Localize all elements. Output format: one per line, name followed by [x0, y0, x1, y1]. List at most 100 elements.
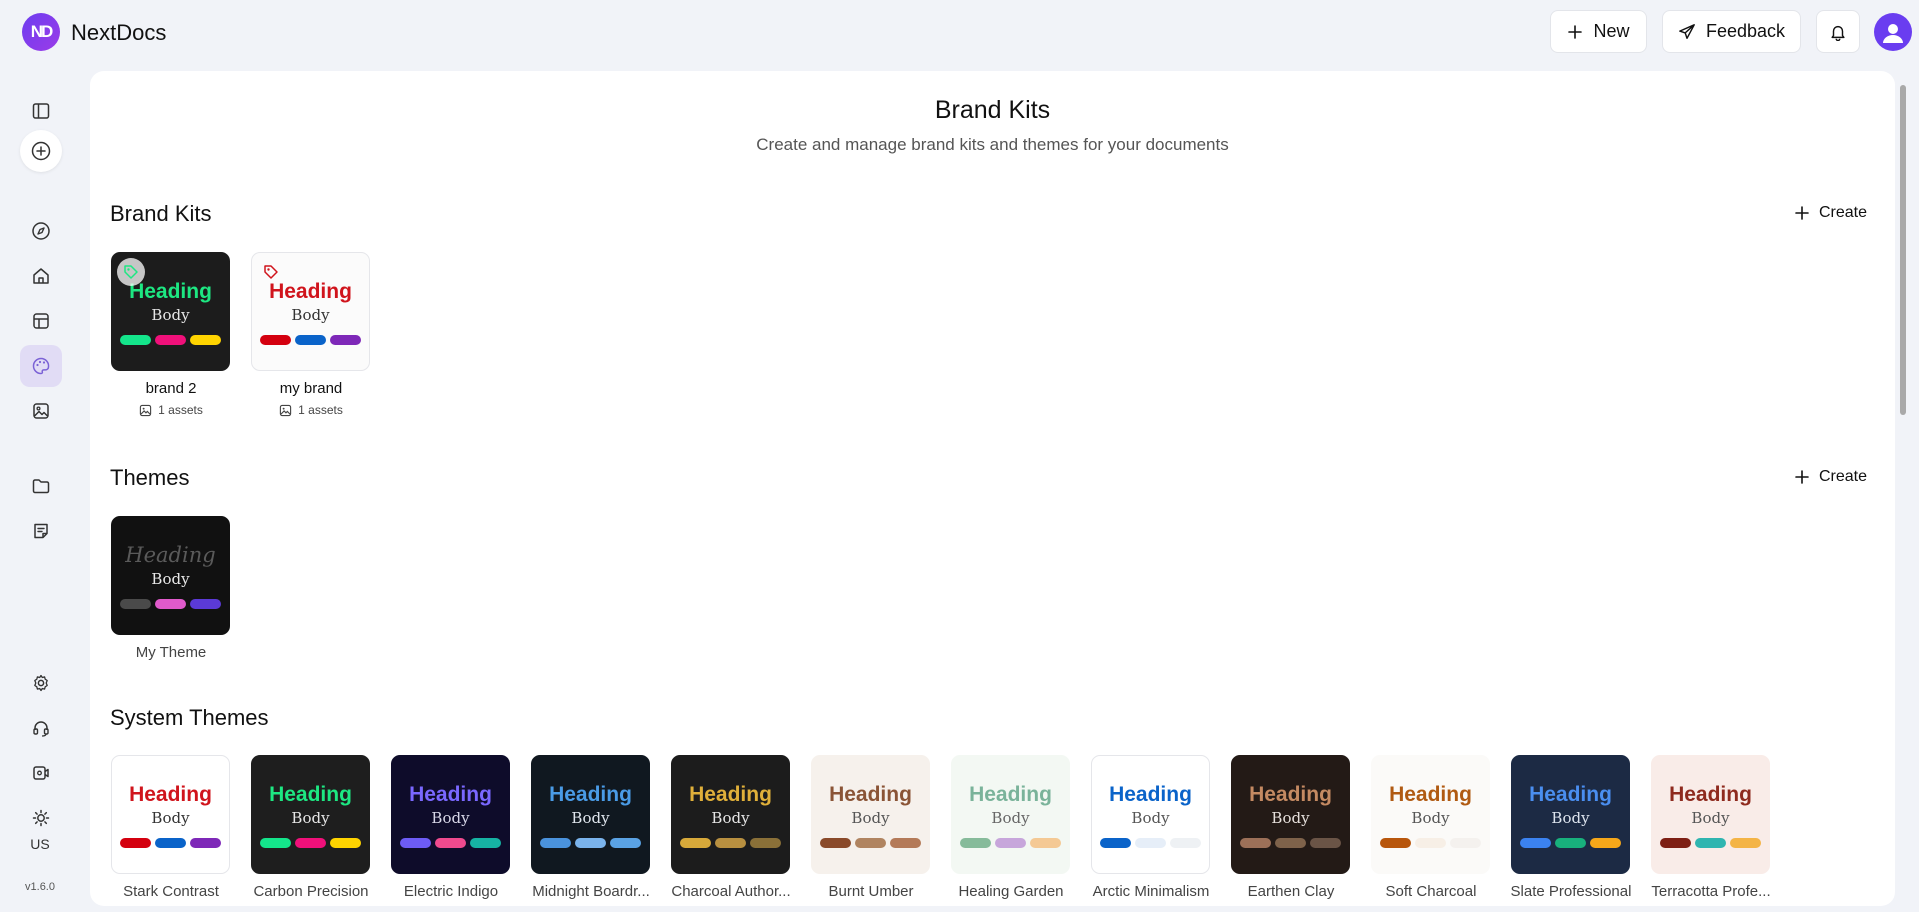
compass-icon	[32, 222, 50, 240]
new-button[interactable]: New	[1550, 10, 1647, 53]
color-swatch	[190, 335, 221, 345]
card-body-preview: Body	[1131, 809, 1170, 827]
headset-icon	[33, 721, 49, 737]
theme-toggle-button[interactable]	[20, 797, 62, 839]
color-swatch	[1240, 838, 1271, 848]
theme-card[interactable]: Heading Body	[111, 516, 230, 635]
system-themes-section-title: System Themes	[110, 705, 269, 730]
create-theme-label: Create	[1819, 468, 1868, 485]
system-theme-name: Slate Professional	[1510, 883, 1632, 900]
color-swatch	[995, 838, 1026, 848]
card-body-preview: Body	[151, 306, 190, 324]
sidebar-item-explore[interactable]	[20, 210, 62, 252]
color-swatch	[1100, 838, 1131, 848]
brand-kit-badge	[117, 258, 145, 286]
color-swatch	[1275, 838, 1306, 848]
system-theme-card[interactable]: Heading Body	[251, 755, 370, 874]
color-swatches	[540, 838, 641, 848]
system-theme-card[interactable]: Heading Body	[671, 755, 790, 874]
color-swatch	[1415, 838, 1446, 848]
color-swatches	[1380, 838, 1481, 848]
create-brand-kit-button[interactable]: Create	[1795, 204, 1867, 222]
sidebar-toggle-button[interactable]	[20, 90, 62, 132]
sidebar-item-support[interactable]	[20, 707, 62, 749]
color-swatch	[155, 599, 186, 609]
plus-icon	[1568, 24, 1583, 39]
color-swatch	[1660, 838, 1691, 848]
card-heading-preview: Heading	[689, 783, 772, 806]
color-swatch	[855, 838, 886, 848]
sidebar-item-settings[interactable]	[20, 662, 62, 704]
create-brand-kit-label: Create	[1819, 204, 1868, 221]
sidebar: US v1.6.0	[0, 64, 80, 912]
color-swatch	[330, 335, 361, 345]
brand-kit-card[interactable]: Heading Body	[251, 252, 370, 371]
color-swatch	[190, 599, 221, 609]
system-theme-name: Healing Garden	[958, 883, 1064, 900]
color-swatch	[400, 838, 431, 848]
notifications-button[interactable]	[1816, 10, 1860, 53]
app-logo[interactable]: ND	[22, 13, 60, 51]
theme-name: My Theme	[135, 644, 207, 661]
color-swatches	[260, 838, 361, 848]
create-document-button[interactable]	[20, 130, 62, 172]
sidebar-item-home[interactable]	[20, 255, 62, 297]
card-heading-preview: Heading	[1249, 783, 1332, 806]
system-theme-card[interactable]: Heading Body	[951, 755, 1070, 874]
video-icon	[33, 766, 49, 780]
system-theme-name: Midnight Boardr...	[532, 883, 650, 900]
system-theme-name: Charcoal Author...	[671, 883, 791, 900]
card-heading-preview: Heading	[1529, 783, 1612, 806]
system-theme-card[interactable]: Heading Body	[1371, 755, 1490, 874]
system-theme-card[interactable]: Heading Body	[1231, 755, 1350, 874]
locale-switcher[interactable]: US	[0, 836, 80, 852]
color-swatches	[400, 838, 501, 848]
system-theme-name: Burnt Umber	[828, 883, 914, 900]
sidebar-item-templates[interactable]	[20, 300, 62, 342]
system-theme-card[interactable]: Heading Body	[1091, 755, 1210, 874]
sun-icon	[32, 809, 50, 827]
brand-kit-card[interactable]: Heading Body	[111, 252, 230, 371]
system-theme-name: Stark Contrast	[123, 883, 219, 900]
user-avatar[interactable]	[1874, 13, 1912, 51]
plus-icon	[1795, 470, 1809, 484]
sidebar-item-notes[interactable]	[20, 510, 62, 552]
system-theme-card[interactable]: Heading Body	[1651, 755, 1770, 874]
gear-icon	[34, 674, 48, 692]
main-scrollbar[interactable]	[1898, 71, 1908, 906]
color-swatch	[295, 838, 326, 848]
card-heading-preview: Heading	[1109, 783, 1192, 806]
system-theme-card[interactable]: Heading Body	[531, 755, 650, 874]
color-swatch	[190, 838, 221, 848]
sidebar-item-folders[interactable]	[20, 465, 62, 507]
sidebar-item-media[interactable]	[20, 390, 62, 432]
scrollbar-thumb[interactable]	[1900, 85, 1906, 415]
card-body-preview: Body	[1271, 809, 1310, 827]
brand-kit-badge	[257, 258, 285, 286]
sidebar-toggle-icon	[32, 103, 50, 119]
sidebar-item-brand-kits[interactable]	[20, 345, 62, 387]
color-swatch	[1135, 838, 1166, 848]
color-swatch	[260, 335, 291, 345]
color-swatch	[750, 838, 781, 848]
card-heading-preview: Heading	[1669, 783, 1752, 806]
system-theme-card[interactable]: Heading Body	[811, 755, 930, 874]
main-panel: Brand Kits Create and manage brand kits …	[90, 71, 1895, 906]
color-swatch	[470, 838, 501, 848]
bell-icon	[1831, 25, 1845, 41]
feedback-button[interactable]: Feedback	[1662, 10, 1801, 53]
card-body-preview: Body	[571, 809, 610, 827]
color-swatch	[1450, 838, 1481, 848]
folder-icon	[32, 479, 50, 494]
sidebar-item-tutorials[interactable]	[20, 752, 62, 794]
card-body-preview: Body	[291, 809, 330, 827]
system-theme-card[interactable]: Heading Body	[391, 755, 510, 874]
system-theme-card[interactable]: Heading Body	[1511, 755, 1630, 874]
create-theme-button[interactable]: Create	[1795, 468, 1867, 486]
card-body-preview: Body	[291, 306, 330, 324]
system-theme-card[interactable]: Heading Body	[111, 755, 230, 874]
color-swatch	[1310, 838, 1341, 848]
color-swatch	[120, 335, 151, 345]
themes-section-title: Themes	[110, 465, 190, 490]
plus-icon	[1795, 206, 1809, 220]
